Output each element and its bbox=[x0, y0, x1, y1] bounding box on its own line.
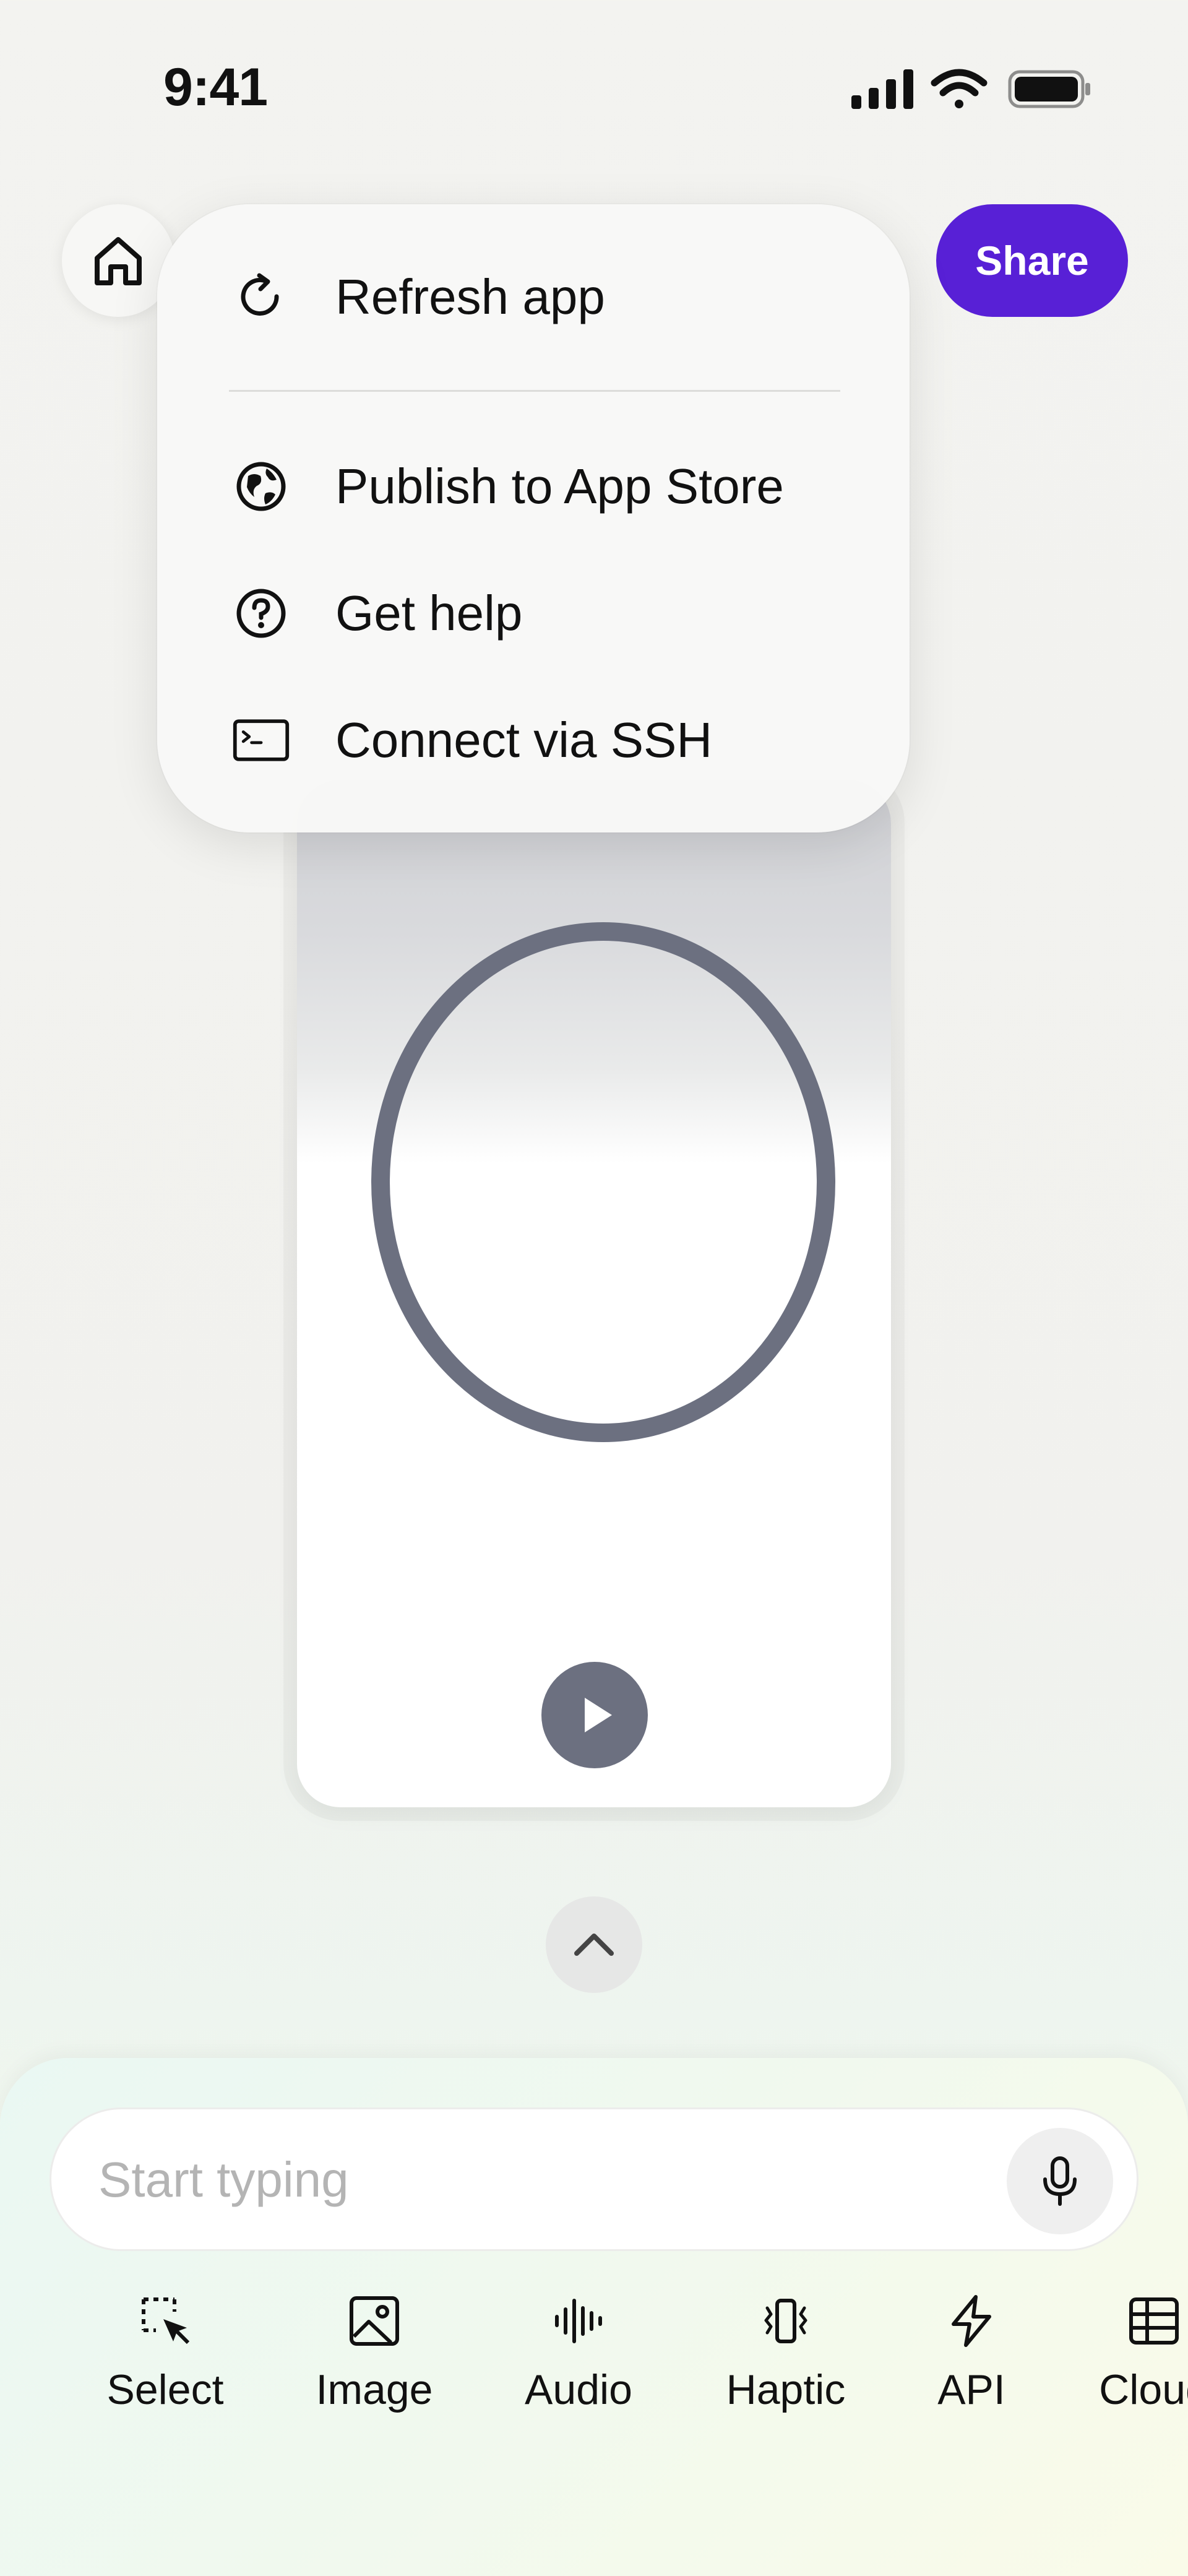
microphone-button[interactable] bbox=[1007, 2128, 1113, 2234]
chevron-up-icon bbox=[574, 1934, 614, 1956]
preview-circle bbox=[371, 922, 835, 1442]
tool-select[interactable]: Select bbox=[100, 2290, 230, 2414]
tool-label: Haptic bbox=[726, 2366, 846, 2413]
lightning-icon bbox=[940, 2290, 1002, 2352]
table-icon bbox=[1123, 2290, 1185, 2352]
terminal-icon bbox=[231, 711, 291, 770]
play-button[interactable] bbox=[541, 1662, 648, 1768]
menu-item-label: Publish to App Store bbox=[335, 459, 784, 514]
status-time: 9:41 bbox=[163, 58, 268, 117]
tool-label: Select bbox=[106, 2366, 224, 2413]
tool-label: Cloud bbox=[1099, 2366, 1188, 2413]
select-icon bbox=[134, 2290, 196, 2352]
tool-audio[interactable]: Audio bbox=[514, 2290, 644, 2414]
menu-item-label: Connect via SSH bbox=[335, 712, 713, 767]
menu-divider bbox=[229, 390, 840, 392]
prompt-input[interactable] bbox=[97, 2109, 966, 2250]
share-button[interactable]: Share bbox=[936, 204, 1128, 317]
menu-item-label: Get help bbox=[335, 586, 523, 641]
signal-icon bbox=[851, 69, 913, 109]
menu-item-get-help[interactable]: Get help bbox=[231, 576, 522, 650]
tool-api[interactable]: API bbox=[906, 2290, 1036, 2414]
app-preview[interactable] bbox=[297, 780, 891, 1807]
home-icon bbox=[95, 237, 142, 285]
tool-haptic[interactable]: Haptic bbox=[721, 2290, 851, 2414]
microphone-icon bbox=[1043, 2156, 1077, 2206]
refresh-icon bbox=[231, 267, 291, 327]
app-menu: Refresh app Publish to App Store Get hel… bbox=[157, 204, 910, 832]
menu-item-refresh-app[interactable]: Refresh app bbox=[231, 260, 605, 334]
haptic-icon bbox=[755, 2290, 817, 2352]
play-icon bbox=[585, 1698, 612, 1732]
image-icon bbox=[343, 2290, 405, 2352]
tool-cloud[interactable]: Cloud bbox=[1089, 2290, 1188, 2414]
tool-label: Audio bbox=[525, 2366, 632, 2413]
tool-label: API bbox=[937, 2366, 1005, 2413]
tool-label: Image bbox=[316, 2366, 433, 2413]
expand-button[interactable] bbox=[546, 1896, 642, 1993]
globe-icon bbox=[231, 457, 291, 516]
battery-icon bbox=[1008, 70, 1090, 108]
menu-item-connect-ssh[interactable]: Connect via SSH bbox=[231, 703, 712, 777]
audio-icon bbox=[548, 2290, 609, 2352]
help-icon bbox=[231, 584, 291, 643]
menu-item-publish-app-store[interactable]: Publish to App Store bbox=[231, 449, 784, 524]
tool-image[interactable]: Image bbox=[309, 2290, 439, 2414]
status-icons bbox=[851, 69, 1090, 109]
menu-item-label: Refresh app bbox=[335, 269, 605, 324]
prompt-input-container bbox=[50, 2107, 1138, 2251]
wifi-icon bbox=[931, 69, 988, 108]
